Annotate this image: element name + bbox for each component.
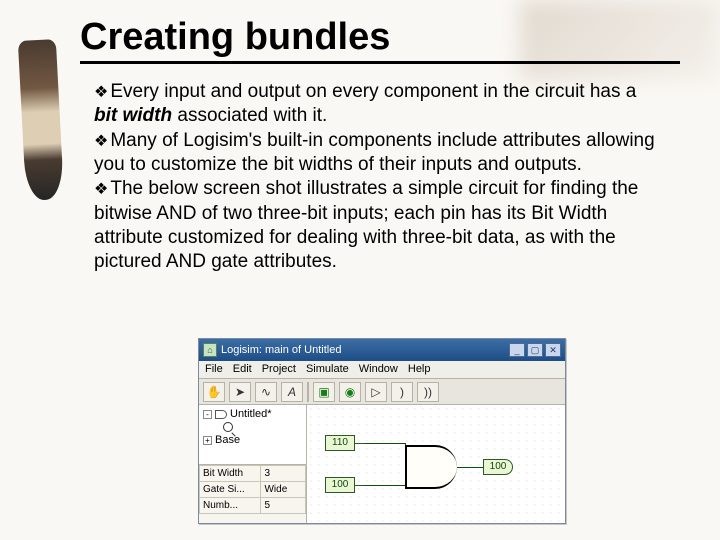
page-title: Creating bundles [80, 16, 680, 64]
menu-help[interactable]: Help [408, 363, 431, 376]
tree-lib-base[interactable]: Base [215, 434, 240, 446]
tree-handle-icon[interactable]: + [203, 436, 212, 445]
left-pane: - Untitled* +Base Bit Width3 Gate Si...Wi… [199, 405, 307, 523]
pointer-icon[interactable]: ➤ [229, 382, 251, 402]
input-pin-2[interactable]: 100 [325, 477, 355, 493]
table-row: Bit Width3 [200, 466, 306, 482]
wire[interactable] [365, 443, 405, 444]
menu-simulate[interactable]: Simulate [306, 363, 349, 376]
tree-handle-icon[interactable]: - [203, 410, 212, 419]
menu-project[interactable]: Project [262, 363, 296, 376]
decorative-brush [18, 39, 64, 201]
hand-icon[interactable]: ✋ [203, 382, 225, 402]
pin-in-icon[interactable]: ▣ [313, 382, 335, 402]
app-logo-icon: ⌂ [203, 343, 217, 357]
pin-out-icon[interactable]: ◉ [339, 382, 361, 402]
prop-key: Bit Width [200, 466, 261, 482]
bullet-1-bold: bit width [94, 105, 172, 126]
prop-val[interactable]: 5 [261, 498, 306, 514]
bullet-1c: associated with it. [172, 105, 327, 126]
titlebar: ⌂ Logisim: main of Untitled _ ▢ ✕ [199, 339, 565, 361]
prop-val[interactable]: Wide [261, 482, 306, 498]
and-gate[interactable] [405, 445, 457, 489]
minimize-button[interactable]: _ [509, 343, 525, 357]
magnify-icon [223, 422, 233, 432]
attributes-table: Bit Width3 Gate Si...Wide Numb...5 [199, 465, 306, 523]
project-icon [215, 410, 227, 419]
bullet-icon [94, 130, 110, 151]
body-text: Every input and output on every componen… [94, 80, 664, 275]
wire[interactable] [457, 467, 483, 468]
pin-lead [355, 443, 365, 444]
input-pin-1[interactable]: 110 [325, 435, 355, 451]
bullet-1a: Every input and output on every componen… [110, 81, 636, 102]
window-title: Logisim: main of Untitled [221, 344, 505, 356]
separator [307, 382, 309, 402]
wire-icon[interactable]: ∿ [255, 382, 277, 402]
close-button[interactable]: ✕ [545, 343, 561, 357]
prop-key: Gate Si... [200, 482, 261, 498]
or-gate-icon[interactable]: )) [417, 382, 439, 402]
wire[interactable] [365, 485, 405, 486]
menu-edit[interactable]: Edit [233, 363, 252, 376]
tree-project[interactable]: Untitled* [230, 408, 272, 420]
menu-window[interactable]: Window [359, 363, 398, 376]
table-row: Gate Si...Wide [200, 482, 306, 498]
menu-file[interactable]: File [205, 363, 223, 376]
output-pin[interactable]: 100 [483, 459, 513, 475]
bullet-icon [94, 178, 110, 199]
bullet-2: Many of Logisim's built-in components in… [94, 130, 655, 175]
prop-key: Numb... [200, 498, 261, 514]
prop-val[interactable]: 3 [261, 466, 306, 482]
maximize-button[interactable]: ▢ [527, 343, 543, 357]
toolbar: ✋ ➤ ∿ A ▣ ◉ ▷ ) )) [199, 379, 565, 405]
project-tree[interactable]: - Untitled* +Base [199, 405, 306, 465]
circuit-canvas[interactable]: 110 100 100 [307, 405, 565, 523]
logisim-window: ⌂ Logisim: main of Untitled _ ▢ ✕ File E… [198, 338, 566, 524]
bullet-3: The below screen shot illustrates a simp… [94, 178, 638, 272]
menubar: File Edit Project Simulate Window Help [199, 361, 565, 379]
text-a-icon[interactable]: A [281, 382, 303, 402]
not-gate-icon[interactable]: ▷ [365, 382, 387, 402]
table-row: Numb...5 [200, 498, 306, 514]
bullet-icon [94, 81, 110, 102]
pin-lead [355, 485, 365, 486]
and-gate-icon[interactable]: ) [391, 382, 413, 402]
